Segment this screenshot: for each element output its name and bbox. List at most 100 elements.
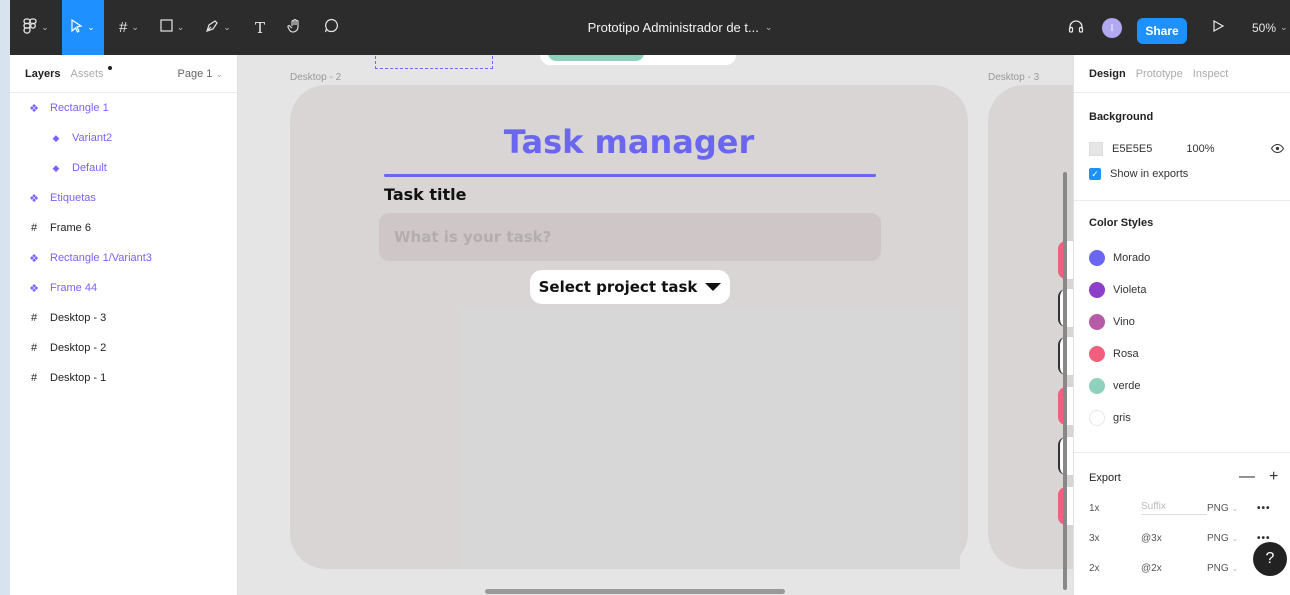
color-style-name: Vino bbox=[1113, 316, 1135, 328]
tab-layers[interactable]: Layers bbox=[25, 68, 60, 80]
layer-label: Desktop - 1 bbox=[50, 372, 107, 384]
layer-item[interactable]: # Desktop - 2 bbox=[10, 333, 237, 363]
color-style-item[interactable]: Violeta bbox=[1089, 280, 1146, 300]
page-selector[interactable]: Page 1 ⌄ bbox=[178, 68, 223, 80]
rectangle-icon bbox=[160, 19, 173, 36]
headphones-icon bbox=[1068, 19, 1084, 37]
text-t-icon: T bbox=[254, 18, 265, 37]
remove-export-button[interactable]: — bbox=[1239, 468, 1255, 486]
chevron-down-icon: ⌄ bbox=[87, 22, 95, 32]
frame-label-desktop-3[interactable]: Desktop - 3 bbox=[988, 72, 1039, 83]
show-in-exports-label: Show in exports bbox=[1110, 168, 1189, 180]
layer-item[interactable]: ❖ Rectangle 1 bbox=[10, 93, 237, 123]
share-button[interactable]: Share bbox=[1137, 18, 1187, 44]
hand-tool-button[interactable] bbox=[280, 0, 310, 55]
right-panel-tabs: Design Prototype Inspect bbox=[1074, 55, 1290, 93]
background-section-title: Background bbox=[1089, 111, 1154, 123]
tab-design[interactable]: Design bbox=[1089, 68, 1126, 80]
export-format[interactable]: PNG ⌄ bbox=[1207, 563, 1257, 574]
tab-assets[interactable]: Assets bbox=[70, 68, 103, 80]
frame-tool-button[interactable]: # ⌄ bbox=[108, 0, 150, 55]
main-menu-button[interactable]: ⌄ bbox=[10, 0, 62, 55]
tab-inspect[interactable]: Inspect bbox=[1193, 68, 1228, 80]
background-swatch[interactable] bbox=[1089, 142, 1103, 156]
more-options-icon[interactable]: ••• bbox=[1257, 503, 1271, 514]
color-style-item[interactable]: Morado bbox=[1089, 248, 1150, 268]
color-style-item[interactable]: verde bbox=[1089, 376, 1141, 396]
pen-tool-button[interactable]: ⌄ bbox=[196, 0, 240, 55]
layer-item[interactable]: ❖ Frame 44 bbox=[10, 273, 237, 303]
file-title-menu[interactable]: Prototipo Administrador de t... ⌄ bbox=[550, 0, 810, 55]
properties-panel: Design Prototype Inspect Background E5E5… bbox=[1073, 55, 1290, 595]
horizontal-scrollbar[interactable] bbox=[485, 589, 785, 594]
comment-bubble-icon bbox=[324, 18, 339, 37]
select-project-dropdown[interactable]: Select project task bbox=[530, 270, 730, 304]
task-manager-title: Task manager bbox=[503, 123, 755, 161]
export-scale[interactable]: 1x bbox=[1089, 503, 1141, 514]
color-style-name: Rosa bbox=[1113, 348, 1139, 360]
export-suffix-input[interactable]: @2x bbox=[1141, 563, 1207, 574]
section-divider bbox=[1074, 200, 1290, 201]
shape-tool-button[interactable]: ⌄ bbox=[150, 0, 194, 55]
layer-item[interactable]: # Desktop - 1 bbox=[10, 363, 237, 393]
content-area bbox=[460, 307, 960, 569]
design-canvas[interactable]: Desktop - 2 Desktop - 3 Task manager Tas… bbox=[238, 55, 1073, 595]
layer-item[interactable]: ❖ Etiquetas bbox=[10, 183, 237, 213]
export-format[interactable]: PNG ⌄ bbox=[1207, 533, 1257, 544]
page-name: Page 1 bbox=[177, 67, 213, 80]
present-button[interactable] bbox=[1206, 0, 1230, 55]
left-panel-tabs: Layers Assets Page 1 ⌄ bbox=[10, 55, 237, 93]
desktop-2-frame[interactable]: Task manager Task title What is your tas… bbox=[290, 85, 968, 569]
color-style-item[interactable]: Vino bbox=[1089, 312, 1135, 332]
frame-label-desktop-2[interactable]: Desktop - 2 bbox=[290, 72, 341, 83]
export-format[interactable]: PNG ⌄ bbox=[1207, 503, 1257, 514]
layer-label: Frame 6 bbox=[50, 222, 91, 234]
color-style-item[interactable]: Rosa bbox=[1089, 344, 1139, 364]
layer-item[interactable]: ❖ Rectangle 1/Variant3 bbox=[10, 243, 237, 273]
layer-list: ❖ Rectangle 1 ◆ Variant2 ◆ Default ❖ Etiquet… bbox=[10, 93, 237, 393]
color-style-name: gris bbox=[1113, 412, 1131, 424]
export-scale[interactable]: 2x bbox=[1089, 563, 1141, 574]
text-tool-button[interactable]: T bbox=[246, 0, 274, 55]
layer-label: Rectangle 1/Variant3 bbox=[50, 252, 152, 264]
export-format-label: PNG bbox=[1207, 502, 1229, 514]
figma-app: ⌄ ⌄ # ⌄ ⌄ ⌄ T Prototipo Administrador de… bbox=[10, 0, 1290, 595]
vertical-scrollbar[interactable] bbox=[1063, 172, 1067, 590]
export-row[interactable]: 1x Suffix PNG ⌄ ••• bbox=[1089, 498, 1284, 518]
layer-item[interactable]: ◆ Default bbox=[10, 153, 237, 183]
play-icon bbox=[1212, 19, 1224, 36]
pen-icon bbox=[205, 19, 219, 37]
comment-tool-button[interactable] bbox=[316, 0, 346, 55]
frame-hash-icon: # bbox=[30, 222, 38, 234]
background-fill-row[interactable]: E5E5E5 100% bbox=[1089, 139, 1285, 159]
eye-icon[interactable] bbox=[1270, 142, 1285, 156]
show-in-exports-row[interactable]: ✓ Show in exports bbox=[1089, 168, 1188, 180]
audio-call-button[interactable] bbox=[1062, 0, 1090, 55]
task-input[interactable]: What is your task? bbox=[379, 213, 881, 261]
color-style-item[interactable]: gris bbox=[1089, 408, 1131, 428]
user-avatar[interactable]: I bbox=[1102, 18, 1122, 38]
background-opacity[interactable]: 100% bbox=[1186, 143, 1214, 155]
checkbox-checked-icon[interactable]: ✓ bbox=[1089, 168, 1101, 180]
export-row[interactable]: 3x @3x PNG ⌄ ••• bbox=[1089, 528, 1284, 548]
select-project-label: Select project task bbox=[538, 278, 698, 296]
tab-prototype[interactable]: Prototype bbox=[1136, 68, 1183, 80]
help-button[interactable]: ? bbox=[1253, 542, 1287, 576]
component-icon: ❖ bbox=[29, 252, 39, 265]
component-icon: ❖ bbox=[29, 282, 39, 295]
component-icon: ❖ bbox=[29, 102, 39, 115]
move-tool-button[interactable]: ⌄ bbox=[62, 0, 104, 55]
export-scale[interactable]: 3x bbox=[1089, 533, 1141, 544]
background-hex[interactable]: E5E5E5 bbox=[1112, 143, 1152, 155]
layer-item[interactable]: # Desktop - 3 bbox=[10, 303, 237, 333]
layer-item[interactable]: # Frame 6 bbox=[10, 213, 237, 243]
zoom-menu[interactable]: 50% ⌄ bbox=[1252, 0, 1288, 55]
layer-label: Desktop - 3 bbox=[50, 312, 107, 324]
layer-item[interactable]: ◆ Variant2 bbox=[10, 123, 237, 153]
color-swatch bbox=[1089, 250, 1105, 266]
export-suffix-input[interactable]: @3x bbox=[1141, 533, 1207, 544]
export-suffix-input[interactable]: Suffix bbox=[1141, 501, 1207, 515]
chevron-down-icon: ⌄ bbox=[41, 22, 49, 32]
figma-logo-icon bbox=[23, 17, 37, 38]
add-export-button[interactable]: + bbox=[1269, 468, 1278, 486]
